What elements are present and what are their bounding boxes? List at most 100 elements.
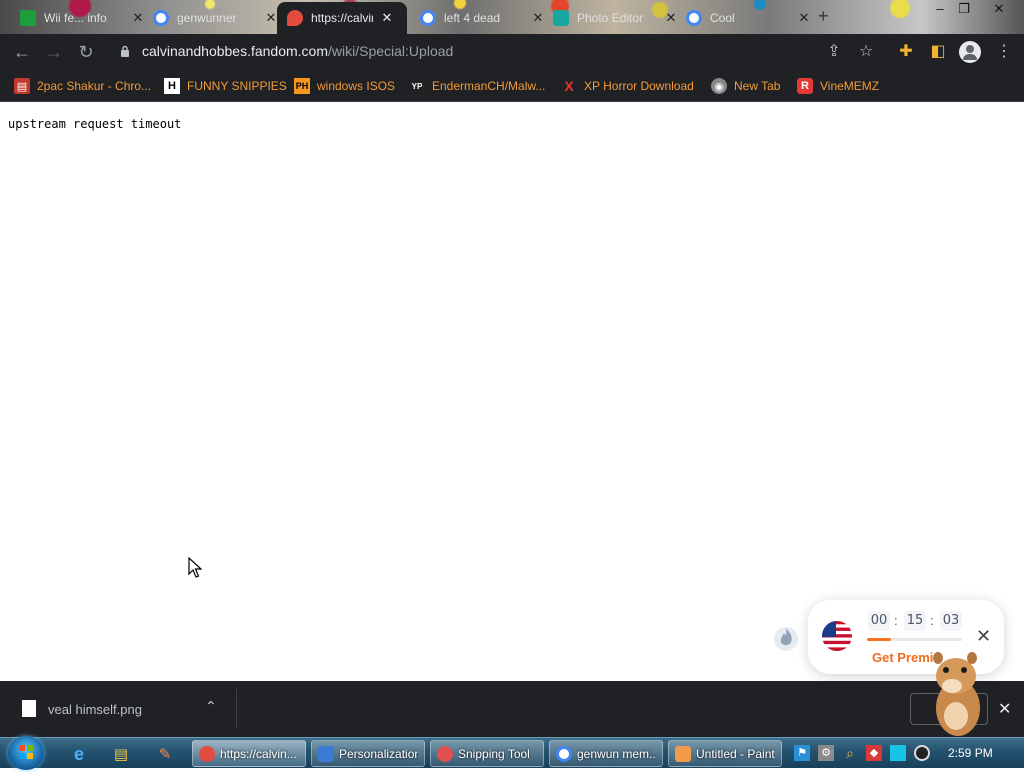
taskbar-paint[interactable]: Untitled - Paint bbox=[668, 740, 782, 767]
star-icon[interactable]: ☆ bbox=[854, 40, 878, 64]
bookmark-label: 2pac Shakur - Chro... bbox=[37, 79, 152, 93]
bookmark-2pac[interactable]: ▤ 2pac Shakur - Chro... bbox=[14, 75, 151, 97]
bookmark-label: FUNNY SNIPPIES bbox=[187, 79, 287, 93]
extensions-icon[interactable]: ✚ bbox=[894, 40, 918, 64]
reload-button[interactable]: ↻ bbox=[74, 40, 98, 64]
paint-icon bbox=[675, 745, 691, 762]
chrome-icon bbox=[199, 745, 215, 762]
mouse-cursor-icon bbox=[188, 557, 202, 578]
download-bar-close-icon[interactable]: ✕ bbox=[998, 699, 1011, 719]
minimize-button[interactable]: – bbox=[929, 1, 951, 17]
taskbar-chrome[interactable]: https://calvin... bbox=[192, 740, 306, 767]
url-path: /wiki/Special:Upload bbox=[328, 43, 454, 59]
tab-title: Cool bbox=[710, 11, 735, 25]
page-content: upstream request timeout bbox=[0, 102, 1024, 681]
snipping-tool-icon bbox=[437, 745, 453, 762]
download-divider bbox=[236, 689, 237, 729]
forward-button[interactable]: → bbox=[42, 40, 66, 64]
share-icon[interactable]: ⇪ bbox=[822, 40, 846, 64]
taskbar-label: Snipping Tool bbox=[458, 746, 530, 761]
taskbar-personalization[interactable]: Personalization bbox=[311, 740, 425, 767]
tab-title: Photo Editor bbox=[577, 11, 644, 25]
windows-taskbar: e ▤ ✎ https://calvin... Personalization … bbox=[0, 736, 1024, 770]
yp-icon: YP bbox=[409, 78, 425, 94]
tab-close-icon[interactable]: ✕ bbox=[381, 10, 393, 26]
tab-title: left 4 dead bbox=[444, 11, 501, 25]
bookmark-label: New Tab bbox=[734, 79, 781, 93]
tray-search-icon[interactable]: ⌕ bbox=[842, 745, 858, 761]
bookmark-label: XP Horror Download bbox=[584, 79, 694, 93]
bookmark-label: VineMEMZ bbox=[820, 79, 880, 93]
timer-separator: : bbox=[930, 613, 934, 628]
taskbar-label: Untitled - Paint bbox=[696, 746, 775, 761]
r-icon: R bbox=[797, 78, 813, 94]
tray-flag-icon[interactable]: ⚑ bbox=[794, 745, 810, 761]
hamster-mascot-image bbox=[933, 652, 980, 736]
ie-icon[interactable]: e bbox=[62, 741, 96, 767]
timer-separator: : bbox=[894, 613, 898, 628]
x-icon: X bbox=[564, 78, 574, 94]
windows-logo-icon bbox=[19, 745, 33, 759]
h-icon: H bbox=[164, 78, 180, 94]
tray-shield-icon[interactable]: ◆ bbox=[866, 745, 882, 761]
personalization-icon bbox=[318, 745, 334, 762]
taskbar-snipping-tool[interactable]: Snipping Tool bbox=[430, 740, 544, 767]
tab-1[interactable]: Wii fe... info ✕ bbox=[10, 2, 154, 34]
lock-icon bbox=[121, 45, 129, 57]
tray-volume-icon[interactable] bbox=[914, 745, 930, 761]
taskbar-genwun[interactable]: genwun mem... bbox=[549, 740, 663, 767]
tab-strip: Wii fe... info ✕ genwunner ✕ https://cal… bbox=[0, 0, 1024, 34]
globe-icon: ◉ bbox=[711, 78, 727, 94]
bookmark-new-tab[interactable]: ◉ New Tab bbox=[711, 75, 780, 97]
bookmark-funny-snippies[interactable]: H FUNNY SNIPPIES bbox=[164, 75, 287, 97]
bookmark-label: EndermanCH/Malw... bbox=[432, 79, 546, 93]
sidebar-icon[interactable]: ◧ bbox=[926, 40, 950, 64]
bookmark-favicon-icon: ▤ bbox=[14, 78, 30, 94]
file-icon bbox=[22, 700, 36, 717]
system-clock[interactable]: 2:59 PM bbox=[948, 746, 993, 760]
tab-title: genwunner bbox=[177, 11, 237, 25]
timer-minutes: 15 bbox=[904, 611, 926, 631]
vpn-close-icon[interactable]: ✕ bbox=[976, 626, 991, 647]
tab-6[interactable]: Cool ✕ bbox=[676, 2, 820, 34]
url-text: calvinandhobbes.fandom.com/wiki/Special:… bbox=[142, 43, 453, 59]
tab-4[interactable]: left 4 dead ✕ bbox=[410, 2, 554, 34]
tab-3-active[interactable]: https://calvin ✕ bbox=[277, 2, 407, 34]
timer-hours: 00 bbox=[868, 611, 890, 631]
address-bar[interactable]: calvinandhobbes.fandom.com/wiki/Special:… bbox=[108, 39, 888, 65]
tray-network-icon[interactable] bbox=[890, 745, 906, 761]
fandom-icon bbox=[287, 10, 303, 26]
explorer-icon[interactable]: ▤ bbox=[104, 741, 138, 767]
tab-2[interactable]: genwunner ✕ bbox=[143, 2, 287, 34]
tab-close-icon[interactable]: ✕ bbox=[265, 10, 277, 26]
menu-icon[interactable]: ⋮ bbox=[992, 40, 1016, 64]
window-close-button[interactable]: ✕ bbox=[988, 1, 1010, 17]
profile-icon[interactable] bbox=[959, 41, 981, 63]
restore-button[interactable]: ❐ bbox=[953, 1, 975, 17]
tab-close-icon[interactable]: ✕ bbox=[798, 10, 810, 26]
download-file-name[interactable]: veal himself.png bbox=[48, 702, 142, 717]
google-icon bbox=[556, 745, 572, 762]
google-icon bbox=[686, 10, 702, 26]
taskbar-label: https://calvin... bbox=[220, 746, 297, 761]
us-flag-icon[interactable] bbox=[822, 621, 852, 651]
start-button[interactable] bbox=[8, 736, 44, 770]
flame-icon[interactable] bbox=[772, 622, 800, 652]
tray-settings-icon[interactable]: ⚙ bbox=[818, 745, 834, 761]
back-button[interactable]: ← bbox=[10, 40, 34, 64]
taskbar-label: Personalization bbox=[339, 746, 418, 761]
bookmark-vinememz[interactable]: R VineMEMZ bbox=[797, 75, 879, 97]
bookmark-endermanch[interactable]: YP EndermanCH/Malw... bbox=[409, 75, 545, 97]
chevron-up-icon[interactable]: ⌃ bbox=[205, 698, 217, 715]
bookmark-xp-horror[interactable]: X XP Horror Download bbox=[561, 75, 694, 97]
timer-progress-fill bbox=[867, 638, 891, 641]
google-icon bbox=[420, 10, 436, 26]
new-tab-button[interactable]: + bbox=[818, 6, 829, 27]
profile-head-icon bbox=[966, 45, 974, 53]
timer-progress-bar bbox=[867, 638, 962, 641]
bookmarks-bar: ▤ 2pac Shakur - Chro... H FUNNY SNIPPIES… bbox=[0, 70, 1024, 102]
bookmark-windows-isos[interactable]: PH windows ISOS bbox=[294, 75, 395, 97]
profile-body-icon bbox=[963, 54, 977, 60]
tab-5[interactable]: Photo Editor ✕ bbox=[543, 2, 687, 34]
paint-pinned-icon[interactable]: ✎ bbox=[148, 741, 182, 767]
